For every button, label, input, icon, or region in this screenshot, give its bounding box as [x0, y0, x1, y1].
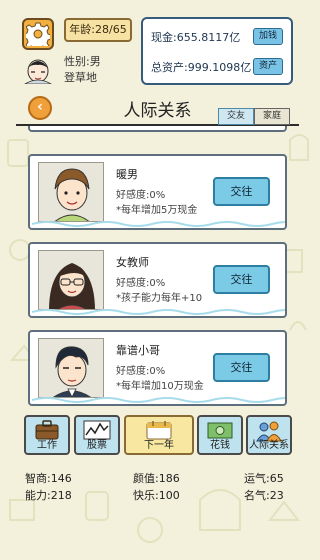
fame-stat: 名气:23: [244, 489, 284, 502]
date-button[interactable]: 交往: [213, 353, 270, 382]
gender-text: 性别:男: [64, 55, 101, 68]
spend-money-button[interactable]: 花钱: [197, 415, 243, 455]
total-assets-text: 总资产:999.1098亿: [151, 61, 252, 74]
cash-text: 现金:655.8117亿: [151, 31, 241, 44]
work-label: 工作: [37, 440, 57, 451]
location-text: 登草地: [64, 71, 97, 84]
tab-family[interactable]: 家庭: [254, 108, 290, 125]
npc-favorability: 好感度:0%: [116, 278, 166, 289]
npc-name: 暖男: [116, 168, 138, 181]
npc-effect: *每年增加10万现金: [116, 381, 204, 392]
list-item-partial: [28, 126, 287, 132]
npc-favorability: 好感度:0%: [116, 366, 166, 377]
player-avatar: [24, 59, 52, 84]
iq-stat: 智商:146: [25, 472, 72, 485]
luck-stat: 运气:65: [244, 472, 284, 485]
happiness-stat: 快乐:100: [133, 489, 180, 502]
money-panel: 现金:655.8117亿 加钱 总资产:999.1098亿 资产: [141, 17, 293, 85]
portrait-female-teacher: [38, 250, 104, 310]
list-item: 暖男 好感度:0% *每年增加5万现金 交往: [28, 154, 287, 230]
list-item: 女教师 好感度:0% *孩子能力每年+10 交往: [28, 242, 287, 318]
npc-name: 女教师: [116, 256, 149, 269]
ability-stat: 能力:218: [25, 489, 72, 502]
date-button[interactable]: 交往: [213, 265, 270, 294]
add-money-button[interactable]: 加钱: [253, 28, 283, 45]
looks-stat: 颜值:186: [133, 472, 180, 485]
date-button[interactable]: 交往: [213, 177, 270, 206]
stock-button[interactable]: 股票: [74, 415, 120, 455]
relationships-button[interactable]: 人际关系: [246, 415, 292, 455]
next-year-label: 下一年: [144, 440, 174, 451]
age-display: 年龄:28/65: [64, 18, 132, 42]
stock-label: 股票: [87, 440, 107, 451]
spend-money-label: 花钱: [210, 440, 230, 451]
portrait-reliable-guy: [38, 338, 104, 398]
list-item: 靠谱小哥 好感度:0% *每年增加10万现金 交往: [28, 330, 287, 406]
people-list[interactable]: 暖男 好感度:0% *每年增加5万现金 交往 女教师 好感度:0% *孩子能力每…: [24, 126, 291, 412]
npc-favorability: 好感度:0%: [116, 190, 166, 201]
portrait-warm-guy: [38, 162, 104, 222]
next-year-button[interactable]: 下一年: [124, 415, 194, 455]
tab-make-friends[interactable]: 交友: [218, 108, 254, 125]
settings-button[interactable]: [22, 18, 54, 50]
card-decoration: [32, 221, 285, 227]
card-decoration: [32, 309, 285, 315]
npc-name: 靠谱小哥: [116, 344, 160, 357]
relationships-label: 人际关系: [249, 440, 289, 451]
work-button[interactable]: 工作: [24, 415, 70, 455]
assets-button[interactable]: 资产: [253, 58, 283, 75]
npc-effect: *孩子能力每年+10: [116, 293, 203, 304]
card-decoration: [32, 397, 285, 403]
npc-effect: *每年增加5万现金: [116, 205, 198, 216]
gear-icon: [26, 22, 50, 46]
